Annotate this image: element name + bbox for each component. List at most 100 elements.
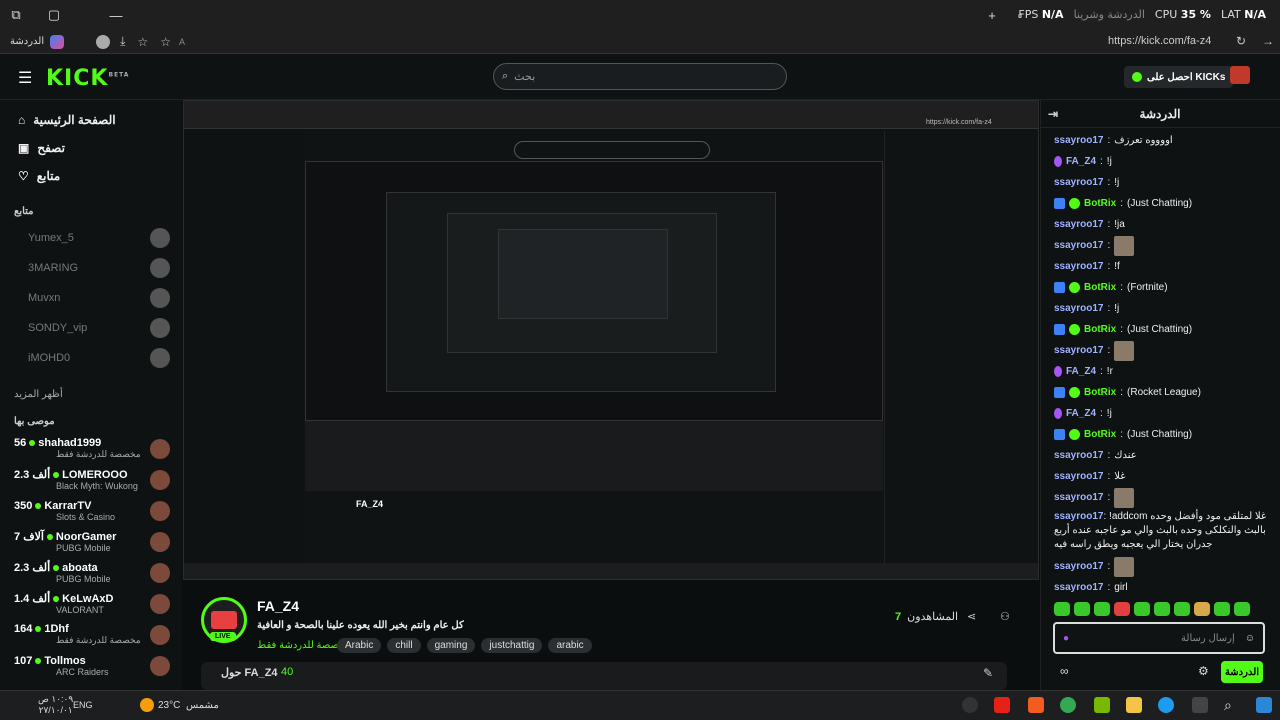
chat-username[interactable]: ssayroo17 xyxy=(1054,261,1103,272)
store-icon[interactable] xyxy=(1192,697,1208,713)
copilot-icon[interactable] xyxy=(50,34,65,49)
chat-username[interactable]: ssayroo17 xyxy=(1054,511,1103,522)
read-aloud-icon[interactable]: A xyxy=(179,37,185,47)
emote-picker-item[interactable] xyxy=(1234,602,1250,616)
recommended-item[interactable]: 56 shahad1999 مخصصة للدردشة فقط xyxy=(0,433,182,464)
nav-home[interactable]: ⌂ الصفحة الرئيسية xyxy=(0,106,182,134)
video-player[interactable]: https://kick.com/fa-z4 KICK FA_Z4 xyxy=(183,100,1039,580)
emote-picker-item[interactable] xyxy=(1174,602,1190,616)
share-icon[interactable]: ⋖ xyxy=(967,610,981,624)
tab-actions-icon[interactable]: ▢ xyxy=(44,5,64,25)
recommended-item[interactable]: 164 1Dhf مخصصة للدردشة فقط xyxy=(0,619,182,650)
tag[interactable]: gaming xyxy=(426,638,476,653)
tag[interactable]: arabic xyxy=(548,638,592,653)
settings-icon[interactable]: ⚙ xyxy=(1198,664,1209,678)
edge-icon[interactable] xyxy=(1158,697,1174,713)
chat-username[interactable]: ssayroo17 xyxy=(1054,219,1103,230)
emote-picker-item[interactable] xyxy=(1094,602,1110,616)
browser-chat-label[interactable]: الدردشة xyxy=(10,36,44,47)
chat-username[interactable]: ssayroo17 xyxy=(1054,177,1103,188)
kick-logo[interactable]: KICKBETA xyxy=(46,66,129,91)
download-icon[interactable]: ⤓ xyxy=(120,34,125,49)
brave-icon[interactable] xyxy=(1028,697,1044,713)
chrome-icon[interactable] xyxy=(1060,697,1076,713)
collapse-chat-icon[interactable]: ⇥ xyxy=(1048,107,1058,121)
youtube-icon[interactable] xyxy=(994,697,1010,713)
emote-picker-item[interactable] xyxy=(1114,602,1130,616)
chat-username[interactable]: BotRix xyxy=(1084,282,1116,293)
get-kicks-label: احصل على KICKs xyxy=(1147,71,1226,83)
show-more-link[interactable]: أظهر المزيد xyxy=(0,389,182,400)
search-input[interactable]: ⌕ بحث xyxy=(493,63,787,90)
following-item[interactable]: iMOHD0 xyxy=(0,343,182,373)
sound-app-icon[interactable] xyxy=(962,697,978,713)
emote-picker-item[interactable] xyxy=(1194,602,1210,616)
nav-browse[interactable]: ▣ تصفح xyxy=(0,134,182,162)
chat-username[interactable]: ssayroo17 xyxy=(1054,471,1103,482)
points-icon[interactable]: ∞ xyxy=(1060,664,1069,678)
weather-icon[interactable] xyxy=(140,698,154,712)
chat-username[interactable]: ssayroo17 xyxy=(1054,135,1103,146)
send-chat-button[interactable]: الدردشة xyxy=(1221,661,1263,683)
chat-username[interactable]: ssayroo17 xyxy=(1054,240,1103,251)
recommended-item[interactable]: 107 Tollmos ARC Raiders xyxy=(0,650,182,681)
gift-icon[interactable] xyxy=(1230,66,1250,84)
nav-following[interactable]: ♡ متابع xyxy=(0,162,182,190)
nvidia-icon[interactable] xyxy=(1094,697,1110,713)
new-tab-icon[interactable]: + xyxy=(982,5,1002,25)
chat-username[interactable]: FA_Z4 xyxy=(1066,156,1096,167)
chat-username[interactable]: ssayroo17 xyxy=(1054,303,1103,314)
chat-username[interactable]: FA_Z4 xyxy=(1066,366,1096,377)
channel-name[interactable]: FA_Z4 xyxy=(257,598,299,614)
chat-username[interactable]: BotRix xyxy=(1084,324,1116,335)
following-item[interactable]: Yumex_5 xyxy=(0,223,182,253)
address-bar[interactable]: https://kick.com/fa-z4 xyxy=(1108,35,1211,47)
chat-username[interactable]: BotRix xyxy=(1084,387,1116,398)
start-icon[interactable] xyxy=(1256,697,1272,713)
follow-user-icon[interactable]: ⚇ xyxy=(1000,610,1014,624)
hamburger-menu-icon[interactable]: ☰ xyxy=(18,68,32,88)
chat-colon: : xyxy=(1107,219,1111,230)
emoji-icon[interactable]: ☺ xyxy=(1245,633,1255,644)
emote-picker-item[interactable] xyxy=(1054,602,1070,616)
files-icon[interactable] xyxy=(1126,697,1142,713)
chat-username[interactable]: ssayroo17 xyxy=(1054,450,1103,461)
chat-colon: : xyxy=(1107,561,1111,572)
following-item[interactable]: SONDY_vip xyxy=(0,313,182,343)
chat-username[interactable]: ssayroo17 xyxy=(1054,492,1103,503)
recommended-item[interactable]: 2.3 ألف LOMEROOO Black Myth: Wukong xyxy=(0,464,182,495)
stream-channel-name: FA_Z4 xyxy=(356,499,384,509)
minimize-icon[interactable]: — xyxy=(106,5,126,25)
tag[interactable]: Arabic xyxy=(337,638,382,653)
following-item[interactable]: 3MARING xyxy=(0,253,182,283)
refresh-icon[interactable]: ↻ xyxy=(1236,34,1246,48)
back-icon[interactable]: → xyxy=(1262,34,1274,48)
get-kicks-button[interactable]: احصل على KICKs xyxy=(1124,66,1234,88)
favorites-icon[interactable]: ☆ xyxy=(137,35,148,49)
chat-input[interactable]: ● إرسال رسالة ☺ xyxy=(1053,622,1265,654)
window-menu-icon[interactable]: ⧉ xyxy=(6,5,26,25)
emote-picker-item[interactable] xyxy=(1214,602,1230,616)
recommended-item[interactable]: 7 آلاف NoorGamer PUBG Mobile xyxy=(0,526,182,557)
emote-picker-item[interactable] xyxy=(1154,602,1170,616)
recommended-item[interactable]: 1.4 ألف KeLwAxD VALORANT xyxy=(0,588,182,619)
chat-username[interactable]: BotRix xyxy=(1084,198,1116,209)
following-item[interactable]: Muvxn xyxy=(0,283,182,313)
chat-username[interactable]: ssayroo17 xyxy=(1054,345,1103,356)
verified-badge-icon xyxy=(1069,387,1080,398)
recommended-item[interactable]: 350 KarrarTV Slots & Casino xyxy=(0,495,182,526)
language-indicator[interactable]: ENG xyxy=(73,700,93,710)
chat-username[interactable]: BotRix xyxy=(1084,429,1116,440)
tag[interactable]: chill xyxy=(387,638,421,653)
emote-picker-item[interactable] xyxy=(1074,602,1090,616)
recommended-item[interactable]: 2.3 ألف aboata PUBG Mobile xyxy=(0,557,182,588)
tag[interactable]: justchattig xyxy=(481,638,543,653)
profile-icon[interactable] xyxy=(96,34,111,49)
chat-username[interactable]: FA_Z4 xyxy=(1066,408,1096,419)
chat-username[interactable]: ssayroo17 xyxy=(1054,582,1103,593)
taskbar-search-icon[interactable]: ⌕ xyxy=(1224,697,1240,713)
emote-picker-item[interactable] xyxy=(1134,602,1150,616)
chat-username[interactable]: ssayroo17 xyxy=(1054,561,1103,572)
star-icon[interactable]: ☆ xyxy=(160,35,171,49)
edit-icon[interactable]: ✎ xyxy=(983,666,993,680)
